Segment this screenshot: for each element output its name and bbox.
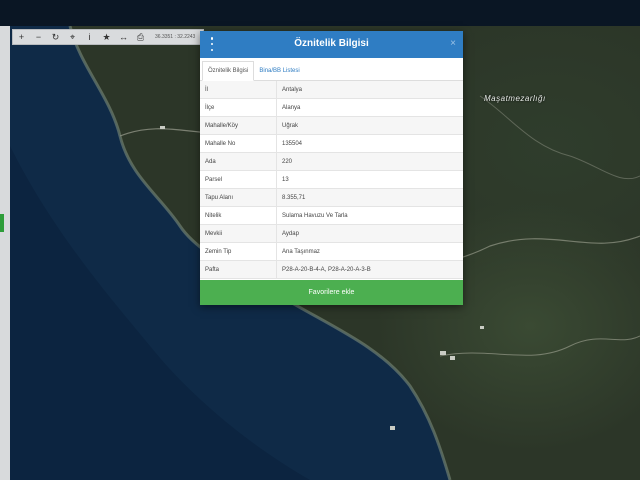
info-icon[interactable]: i: [81, 30, 98, 44]
row-key: Mahalle/Köy: [200, 116, 277, 135]
row-key: İl: [200, 81, 277, 99]
map-toolbar: + − ↻ ⌖ i ★ ↔ ⎙ 36.3351 : 32.2243: [12, 29, 204, 45]
row-value: P28-A-20-B-4-A, P28-A-20-A-3-B: [276, 260, 463, 279]
table-row: Parsel 13: [200, 170, 463, 189]
zoom-in-button[interactable]: +: [13, 30, 30, 44]
row-key: Nitelik: [200, 206, 277, 225]
add-to-favorites-button[interactable]: Favorilere ekle: [200, 280, 463, 305]
print-icon[interactable]: ⎙: [132, 30, 149, 44]
row-key: Mahalle No: [200, 134, 277, 153]
close-icon[interactable]: ×: [450, 38, 456, 49]
dialog-header: Öznitelik Bilgisi ×: [200, 31, 463, 58]
table-row: Mevkii Aydap: [200, 224, 463, 243]
row-value: Uğrak: [276, 116, 463, 135]
row-value: Aydap: [276, 224, 463, 243]
table-row: İl Antalya: [200, 81, 463, 99]
row-key: Pafta: [200, 260, 277, 279]
measure-icon[interactable]: ↔: [115, 30, 132, 44]
row-value: 8.355,71: [276, 188, 463, 207]
coordinate-readout: 36.3351 : 32.2243: [155, 34, 196, 40]
attribute-dialog: Öznitelik Bilgisi × Öznitelik Bilgisi Bi…: [200, 31, 463, 305]
table-row: Zemin Tip Ana Taşınmaz: [200, 242, 463, 261]
zoom-out-button[interactable]: −: [30, 30, 47, 44]
row-value: 13: [276, 170, 463, 189]
row-key: Tapu Alanı: [200, 188, 277, 207]
row-value: Alanya: [276, 98, 463, 117]
top-bar: [0, 0, 640, 26]
refresh-icon[interactable]: ↻: [47, 30, 64, 44]
row-key: Ada: [200, 152, 277, 171]
attribute-table: İl Antalya İlçe Alanya Mahalle/Köy Uğrak Ma…: [200, 81, 463, 279]
table-row: Ada 220: [200, 152, 463, 171]
row-value: Ana Taşınmaz: [276, 242, 463, 261]
row-value: Antalya: [276, 81, 463, 99]
locate-icon[interactable]: ⌖: [64, 30, 81, 44]
tab-building-list[interactable]: Bina/BB Listesi: [254, 62, 304, 80]
row-value: Sulama Havuzu Ve Tarla: [276, 206, 463, 225]
table-row: İlçe Alanya: [200, 98, 463, 117]
table-row: Mahalle No 135504: [200, 134, 463, 153]
row-key: İlçe: [200, 98, 277, 117]
panel-indicator: [0, 214, 4, 232]
row-key: Mevkii: [200, 224, 277, 243]
favorite-star-icon[interactable]: ★: [98, 30, 115, 44]
row-value: 220: [276, 152, 463, 171]
table-row: Mahalle/Köy Uğrak: [200, 116, 463, 135]
table-row: Tapu Alanı 8.355,71: [200, 188, 463, 207]
table-row: Pafta P28-A-20-B-4-A, P28-A-20-A-3-B: [200, 260, 463, 279]
tab-attribute-info[interactable]: Öznitelik Bilgisi: [202, 61, 255, 81]
dialog-tabs: Öznitelik Bilgisi Bina/BB Listesi: [200, 58, 463, 81]
row-key: Zemin Tip: [200, 242, 277, 261]
row-key: Parsel: [200, 170, 277, 189]
place-label: Maşatmezarlığı: [484, 94, 546, 103]
table-row: Nitelik Sulama Havuzu Ve Tarla: [200, 206, 463, 225]
dialog-title: Öznitelik Bilgisi: [294, 38, 369, 49]
row-value: 135504: [276, 134, 463, 153]
left-side-panel: [0, 26, 10, 480]
